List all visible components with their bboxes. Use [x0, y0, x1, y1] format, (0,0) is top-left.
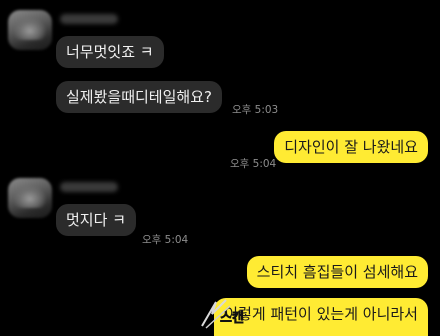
message-timestamp: 오후 5:04	[230, 158, 277, 170]
incoming-message-bubble[interactable]: 너무멋잇죠 ㅋ	[56, 36, 164, 68]
message-timestamp: 오후 5:04	[142, 234, 189, 246]
message-text: 디자인이 잘 나왔네요	[284, 138, 418, 156]
message-text: 스티치 흠집들이 섬세해요	[256, 263, 418, 281]
watermark-text: 스캔	[220, 310, 244, 326]
outgoing-message-bubble[interactable]: 디자인이 잘 나왔네요	[274, 131, 428, 163]
outgoing-message-bubble[interactable]: 스티치 흠집들이 섬세해요	[246, 256, 428, 288]
incoming-message-bubble[interactable]: 멋지다 ㅋ	[56, 204, 136, 236]
incoming-message-bubble[interactable]: 실제봤을때디테일해요?	[56, 81, 222, 113]
message-text: 멋지다 ㅋ	[66, 211, 126, 229]
message-timestamp: 오후 5:03	[232, 104, 279, 116]
sender-avatar[interactable]	[8, 178, 52, 218]
sender-name-blurred	[60, 14, 118, 24]
message-text: 실제봤을때디테일해요?	[66, 88, 212, 106]
sender-avatar[interactable]	[8, 10, 52, 50]
watermark-logo: 스캔	[196, 296, 262, 332]
message-text: 너무멋잇죠 ㅋ	[66, 43, 154, 61]
sender-name-blurred	[60, 182, 118, 192]
watermark-logo-graphic: 스캔	[201, 299, 244, 329]
